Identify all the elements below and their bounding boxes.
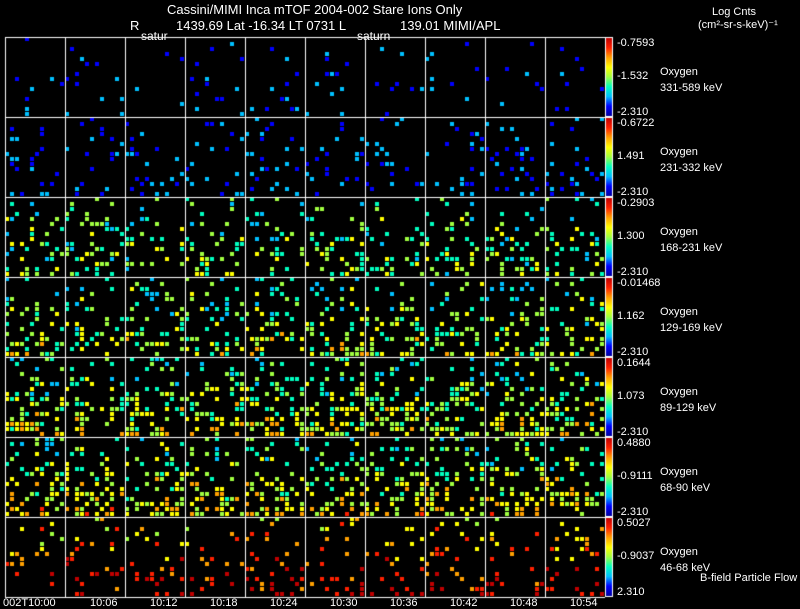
row-energy-label: 231-332 keV <box>660 162 723 174</box>
row-species-label: Oxygen <box>660 146 698 158</box>
colorbar-title: Log Cnts <box>712 6 757 18</box>
row-energy-label: 129-169 keV <box>660 322 723 334</box>
colorbar-units: (cm²-sr-s-keV)⁻¹ <box>698 19 778 31</box>
colorbar-mid-label: -0.9037 <box>617 550 655 562</box>
colorbar-max-label: 0.1644 <box>617 357 651 369</box>
x-tick-label: 10:42 <box>450 597 478 609</box>
colorbar-mid-label: 1.491 <box>617 150 645 162</box>
x-tick-label: 10:48 <box>510 597 538 609</box>
colorbar-max-label: -0.7593 <box>617 37 655 49</box>
saturn-label: satur <box>141 29 168 43</box>
row-energy-label: 331-589 keV <box>660 82 723 94</box>
x-tick-label: 002T10:00 <box>3 597 56 609</box>
x-tick-label: 10:36 <box>390 597 418 609</box>
row-species-label: Oxygen <box>660 386 698 398</box>
colorbar-mid-label: -1.532 <box>617 70 649 82</box>
colorbar-max-label: -0.2903 <box>617 197 655 209</box>
colorbar-mid-label: 1.073 <box>617 390 645 402</box>
r-label: R <box>130 18 140 33</box>
colorbar-max-label: 0.5027 <box>617 517 651 529</box>
footer-label: B-field Particle Flow <box>700 572 798 584</box>
colorbar-mid-label: 1.162 <box>617 310 645 322</box>
colorbar-max-label: 0.4880 <box>617 437 651 449</box>
saturn-label: saturn <box>357 29 391 43</box>
colorbar-max-label: -0.6722 <box>617 117 655 129</box>
colorbar-mid-label: 1.300 <box>617 230 645 242</box>
l-value: 139.01 MIMI/APL <box>400 18 501 33</box>
row-species-label: Oxygen <box>660 66 698 78</box>
row-species-label: Oxygen <box>660 546 698 558</box>
position-info: 1439.69 Lat -16.34 LT 0731 L <box>176 18 347 33</box>
colorbar-min-label: 2.310 <box>617 586 645 598</box>
x-tick-label: 10:12 <box>150 597 178 609</box>
chart-title: Cassini/MIMI Inca mTOF 2004-002 Stare Io… <box>167 2 463 17</box>
row-energy-label: 89-129 keV <box>660 402 717 414</box>
colorbar-mid-label: -0.9111 <box>617 470 653 482</box>
x-tick-label: 10:06 <box>90 597 118 609</box>
x-tick-label: 10:54 <box>570 597 598 609</box>
row-species-label: Oxygen <box>660 306 698 318</box>
colorbar-max-label: -0.01468 <box>617 277 661 289</box>
x-tick-label: 10:18 <box>210 597 238 609</box>
x-tick-label: 10:24 <box>270 597 298 609</box>
row-energy-label: 168-231 keV <box>660 242 723 254</box>
x-tick-label: 10:30 <box>330 597 358 609</box>
row-species-label: Oxygen <box>660 466 698 478</box>
row-energy-label: 46-68 keV <box>660 562 711 574</box>
row-energy-label: 68-90 keV <box>660 482 711 494</box>
row-species-label: Oxygen <box>660 226 698 238</box>
